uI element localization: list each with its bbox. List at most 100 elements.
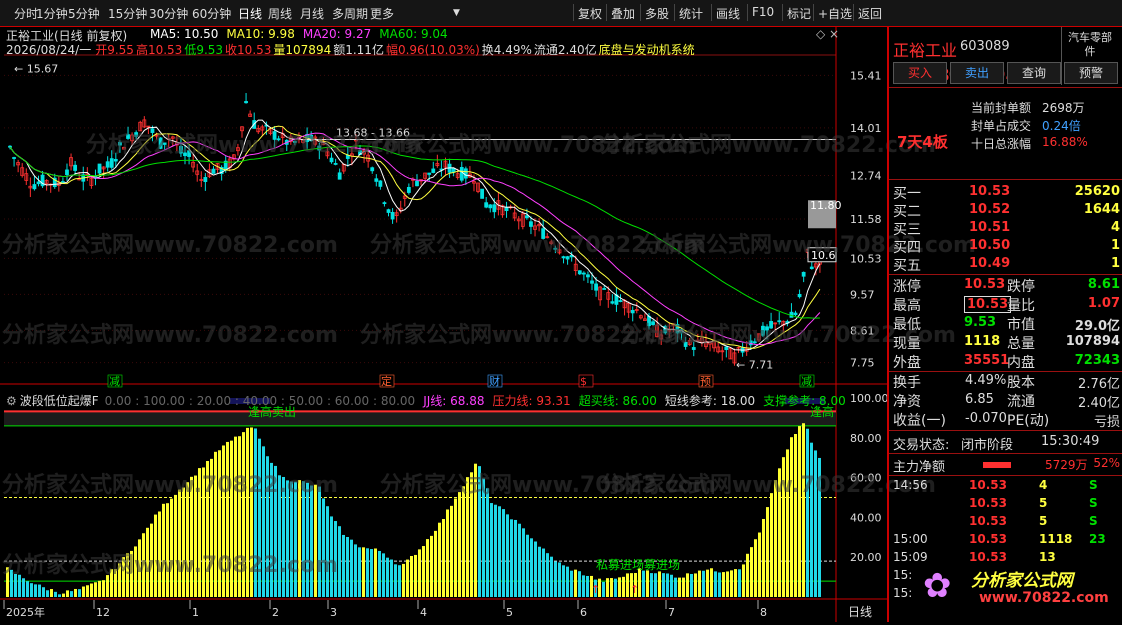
indicator-bar — [326, 506, 329, 597]
toolbar-button-0[interactable]: 复权 — [578, 5, 602, 22]
candle-body — [793, 312, 798, 316]
indicator-bar — [694, 573, 697, 597]
indicator-bar — [358, 547, 361, 597]
annotation-high: ← 15.67 — [14, 62, 58, 75]
trade-button-0[interactable]: 买入 — [893, 62, 947, 84]
buy-arrow-icon: ↑ — [591, 583, 600, 596]
stat-value: 9.53 — [964, 315, 997, 330]
candle-body — [109, 158, 114, 168]
indicator-bar — [482, 478, 485, 597]
toolbar-button-2[interactable]: 多股 — [645, 5, 669, 22]
logo-url: www.70822.com — [979, 590, 1109, 606]
price-tick-label: 7.75 — [850, 357, 875, 370]
toolbar-button-4[interactable]: 画线 — [716, 5, 740, 22]
indicator-settings-icon[interactable]: ⚙ — [6, 394, 17, 408]
indicator-bar — [106, 575, 109, 597]
indicator-bar — [138, 539, 141, 597]
indicator-bar — [726, 571, 729, 597]
indicator-bar — [810, 442, 813, 597]
toolbar-tab-6[interactable]: 日线 — [238, 5, 262, 22]
stat-label-2: 跌停 — [1007, 279, 1035, 295]
bid-label: 买四 — [893, 240, 921, 256]
toolbar-tab-1[interactable]: 1分钟 — [36, 5, 68, 22]
ma-line-20 — [9, 132, 821, 346]
toolbar-button-8[interactable]: 返回 — [858, 5, 882, 22]
indicator-bar — [78, 589, 81, 597]
toolbar-tab-7[interactable]: 周线 — [268, 5, 292, 22]
bid-price: 10.52 — [969, 202, 1011, 217]
trade-button-1[interactable]: 卖出 — [950, 62, 1004, 84]
candle-body — [374, 178, 379, 182]
streak-badge: 7天4板 — [897, 133, 948, 151]
toolbar-separator — [747, 4, 748, 21]
toolbar-separator — [606, 4, 607, 21]
ten-day-value: 16.88% — [1042, 135, 1088, 149]
indicator-bar — [218, 450, 221, 597]
candle-body — [272, 131, 277, 140]
x-axis-label: 6 — [580, 606, 587, 619]
ma-line-60 — [9, 145, 820, 319]
toolbar-button-7[interactable]: +自选 — [818, 5, 852, 22]
indicator-duanxian: 短线参考: 18.00 — [664, 394, 756, 408]
toolbar-tab-9[interactable]: 多周期 — [332, 5, 368, 22]
collapse-icon[interactable]: ◇ × — [816, 27, 839, 41]
indicator-bar — [714, 571, 717, 597]
chart-canvas[interactable]: 15.41 14.01 12.74 11.58 10.53 9.57 8.61 7.75 ← 1… — [0, 27, 889, 622]
bid-volume: 4 — [1110, 220, 1120, 235]
indicator-bar — [246, 427, 249, 597]
candle-body — [179, 145, 183, 154]
price-tick-label: 9.57 — [850, 288, 875, 301]
indicator-bar — [194, 475, 197, 597]
candle-body — [158, 137, 163, 149]
more-dropdown-icon[interactable]: ▼ — [453, 8, 460, 18]
candle-body — [577, 270, 582, 275]
x-axis-label: 3 — [330, 606, 337, 619]
indicator-bar — [342, 534, 345, 597]
indicator-bar — [446, 509, 449, 597]
indicator-bar — [334, 521, 337, 597]
trade-button-3[interactable]: 预警 — [1064, 62, 1118, 84]
tick-volume: 5 — [1039, 514, 1048, 528]
candle-body — [162, 142, 167, 145]
toolbar-button-1[interactable]: 叠加 — [611, 5, 635, 22]
toolbar-separator — [782, 4, 783, 21]
indicator-bar — [354, 544, 357, 597]
indicator-bar — [790, 437, 793, 597]
toolbar-tab-5[interactable]: 60分钟 — [192, 5, 231, 22]
trade-button-2[interactable]: 查询 — [1007, 62, 1061, 84]
indicator-bar — [390, 559, 393, 597]
toolbar-button-6[interactable]: 标记 — [787, 5, 811, 22]
indicator-bar — [98, 580, 101, 597]
indicator-bar — [570, 570, 573, 597]
toolbar-tab-3[interactable]: 15分钟 — [108, 5, 147, 22]
toolbar-tab-0[interactable]: 分时 — [14, 5, 38, 22]
toolbar-tab-10[interactable]: 更多 — [370, 5, 394, 22]
indicator-bar — [718, 572, 721, 597]
toolbar-button-3[interactable]: 统计 — [679, 5, 703, 22]
candle-body — [797, 293, 802, 298]
stat-value: 35551 — [964, 353, 1010, 368]
candle-body — [761, 325, 765, 336]
toolbar-tab-4[interactable]: 30分钟 — [149, 5, 188, 22]
mainflow-value: 5729万 — [1045, 458, 1088, 472]
bid-price: 10.50 — [969, 238, 1011, 253]
toolbar-tab-2[interactable]: 5分钟 — [68, 5, 100, 22]
toolbar-tab-8[interactable]: 月线 — [300, 5, 324, 22]
chart-area[interactable]: 15.41 14.01 12.74 11.58 10.53 9.57 8.61 7.75 ← 1… — [0, 27, 976, 622]
indicator-bars — [6, 423, 821, 597]
indicator-bar — [786, 449, 789, 597]
stat-value: 10.53 — [964, 277, 1006, 292]
stat2-label: 收益(一) — [893, 413, 946, 429]
candle-body — [752, 341, 757, 344]
indicator-bar — [654, 573, 657, 597]
toolbar-button-5[interactable]: F10 — [752, 5, 774, 19]
event-marker-label: 减 — [801, 375, 812, 388]
candle-body — [610, 301, 615, 304]
indicator-bar — [298, 480, 301, 597]
indicator-bar — [774, 480, 777, 597]
indicator-bar — [90, 583, 93, 597]
indicator-bar — [70, 591, 73, 597]
indicator-bar — [14, 573, 17, 597]
seal-ratio-value: 0.24倍 — [1042, 119, 1081, 133]
indicator-jj: JJ线: 68.88 — [423, 394, 485, 408]
